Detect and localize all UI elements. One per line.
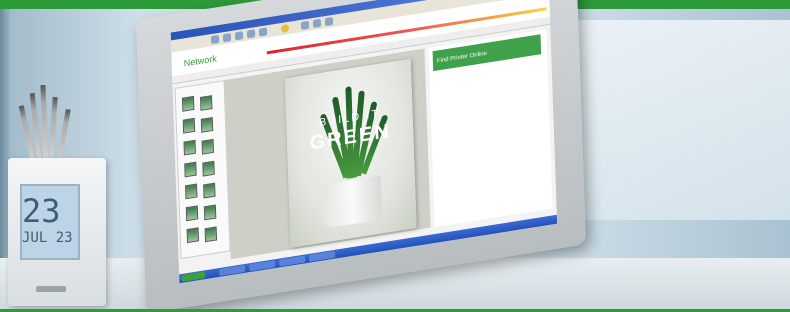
page-thumbnail	[201, 138, 215, 155]
page-thumbnail	[204, 226, 218, 243]
taskbar-item	[219, 264, 246, 277]
favorites-icon	[280, 23, 290, 34]
back-icon	[210, 34, 220, 45]
site-brand: Network	[183, 53, 217, 69]
forward-icon	[222, 33, 232, 43]
taskbar-item	[279, 255, 306, 267]
page-thumbnail	[200, 116, 214, 133]
page-thumbnail	[181, 95, 195, 112]
right-panel: Find Printer Online	[428, 29, 553, 228]
print-icon	[324, 16, 334, 27]
page-thumbnail	[199, 95, 213, 111]
photo-scene: 23 JUL 23 Network BUILD IT GREEN Find Pr…	[0, 0, 790, 312]
page-thumbnail	[185, 205, 199, 222]
history-icon	[300, 20, 310, 30]
page-thumbnail	[185, 183, 198, 200]
refresh-icon	[246, 29, 256, 39]
page-thumbnail	[203, 182, 216, 199]
thumbnail-sidebar	[174, 80, 231, 260]
home-icon	[258, 27, 268, 37]
document-canvas: BUILD IT GREEN	[224, 48, 431, 260]
page-thumbnail	[182, 117, 196, 134]
clock-button	[36, 286, 66, 292]
window-background	[560, 20, 790, 220]
page-thumbnail	[183, 139, 196, 156]
stop-icon	[234, 31, 244, 41]
clock-time: 23	[22, 192, 61, 230]
page-thumbnail	[186, 227, 200, 244]
brochure-cover: BUILD IT GREEN	[284, 58, 417, 248]
mail-icon	[312, 18, 322, 29]
start-button	[181, 271, 206, 283]
taskbar-item	[309, 250, 336, 262]
desk-clock: 23 JUL 23	[8, 158, 106, 306]
plant-pot	[322, 175, 383, 229]
monitor-screen: Network BUILD IT GREEN Find Printer Onli…	[170, 0, 558, 284]
page-thumbnail	[184, 161, 197, 178]
taskbar-item	[249, 260, 276, 272]
page-thumbnail	[203, 204, 217, 221]
page-thumbnail	[202, 160, 215, 177]
clock-date: JUL 23	[22, 230, 73, 246]
